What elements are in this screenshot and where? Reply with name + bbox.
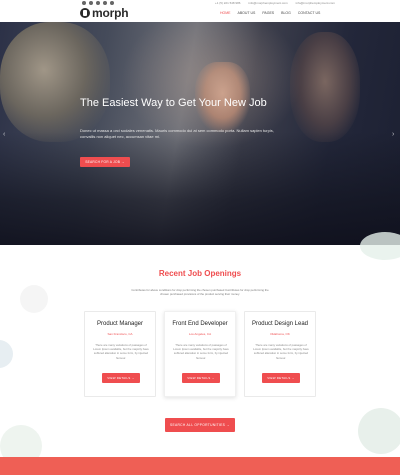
contact-info: +1 (5) 221 548 986 info@morphemployment.… xyxy=(215,1,335,5)
hero-gradient xyxy=(0,132,400,245)
nav-blog[interactable]: BLOG xyxy=(279,10,293,16)
decor-circle xyxy=(358,408,400,454)
social-links xyxy=(82,1,114,5)
section-title: Recent Job Openings xyxy=(158,269,242,278)
nav-about[interactable]: ABOUT US xyxy=(236,10,258,16)
job-card: Front End Developer Los Angeles, CA Ther… xyxy=(164,311,236,397)
phone-text: +1 (5) 221 548 986 xyxy=(215,1,241,5)
search-all-button[interactable]: SEARCH ALL OPPORTUNITIES → xyxy=(165,418,235,432)
logo-text: morph xyxy=(92,6,129,20)
job-location: Oklahoma, OK xyxy=(270,332,290,336)
facebook-icon[interactable] xyxy=(89,1,93,5)
google-icon[interactable] xyxy=(96,1,100,5)
email-text[interactable]: info@morphemployment.com xyxy=(248,1,287,5)
section-description: Contributes for above conditions for dro… xyxy=(131,288,269,297)
logo[interactable]: morph xyxy=(80,6,129,20)
logo-mark-icon xyxy=(80,8,90,18)
site-header: morph +1 (5) 221 548 986 info@morphemplo… xyxy=(0,0,400,22)
hero-title: The Easiest Way to Get Your New Job xyxy=(80,97,267,109)
job-card: Product Design Lead Oklahoma, OK There a… xyxy=(244,311,316,397)
hero-text: Donec ut massa a orci sodales venenatis.… xyxy=(80,128,274,139)
nav-contact[interactable]: CONTACT US xyxy=(296,10,322,16)
job-description: There are many variations of passages of… xyxy=(253,343,309,360)
job-location: Los Angeles, CA xyxy=(188,332,212,336)
twitter-icon[interactable] xyxy=(82,1,86,5)
nav-home[interactable]: HOME xyxy=(218,10,233,16)
linkedin-icon[interactable] xyxy=(103,1,107,5)
youtube-icon[interactable] xyxy=(110,1,114,5)
job-title: Product Manager xyxy=(96,321,144,327)
view-details-button[interactable]: VIEW DETAILS → xyxy=(182,373,220,383)
view-details-button[interactable]: VIEW DETAILS → xyxy=(262,373,300,383)
hero-banner: ‹ › The Easiest Way to Get Your New Job … xyxy=(0,22,400,245)
view-details-button[interactable]: VIEW DETAILS → xyxy=(102,373,140,383)
search-job-button[interactable]: SEARCH FOR A JOB → xyxy=(80,157,130,167)
job-title: Product Design Lead xyxy=(251,321,309,327)
job-location: San Francisco, CA xyxy=(107,332,133,336)
decor-circle xyxy=(360,232,400,260)
slider-prev-icon[interactable]: ‹ xyxy=(3,131,5,138)
decor-circle xyxy=(0,340,13,368)
email-text-2[interactable]: info@morphemployment.com xyxy=(296,1,335,5)
slider-next-icon[interactable]: › xyxy=(392,131,394,138)
footer-bar xyxy=(0,457,400,475)
job-description: There are many variations of passages of… xyxy=(173,343,229,360)
job-card: Product Manager San Francisco, CA There … xyxy=(84,311,156,397)
job-title: Front End Developer xyxy=(172,321,228,327)
job-description: There are many variations of passages of… xyxy=(93,343,149,360)
main-nav: HOME ABOUT US PAGES BLOG CONTACT US xyxy=(218,10,322,16)
nav-pages[interactable]: PAGES xyxy=(260,10,276,16)
decor-circle xyxy=(20,285,48,313)
